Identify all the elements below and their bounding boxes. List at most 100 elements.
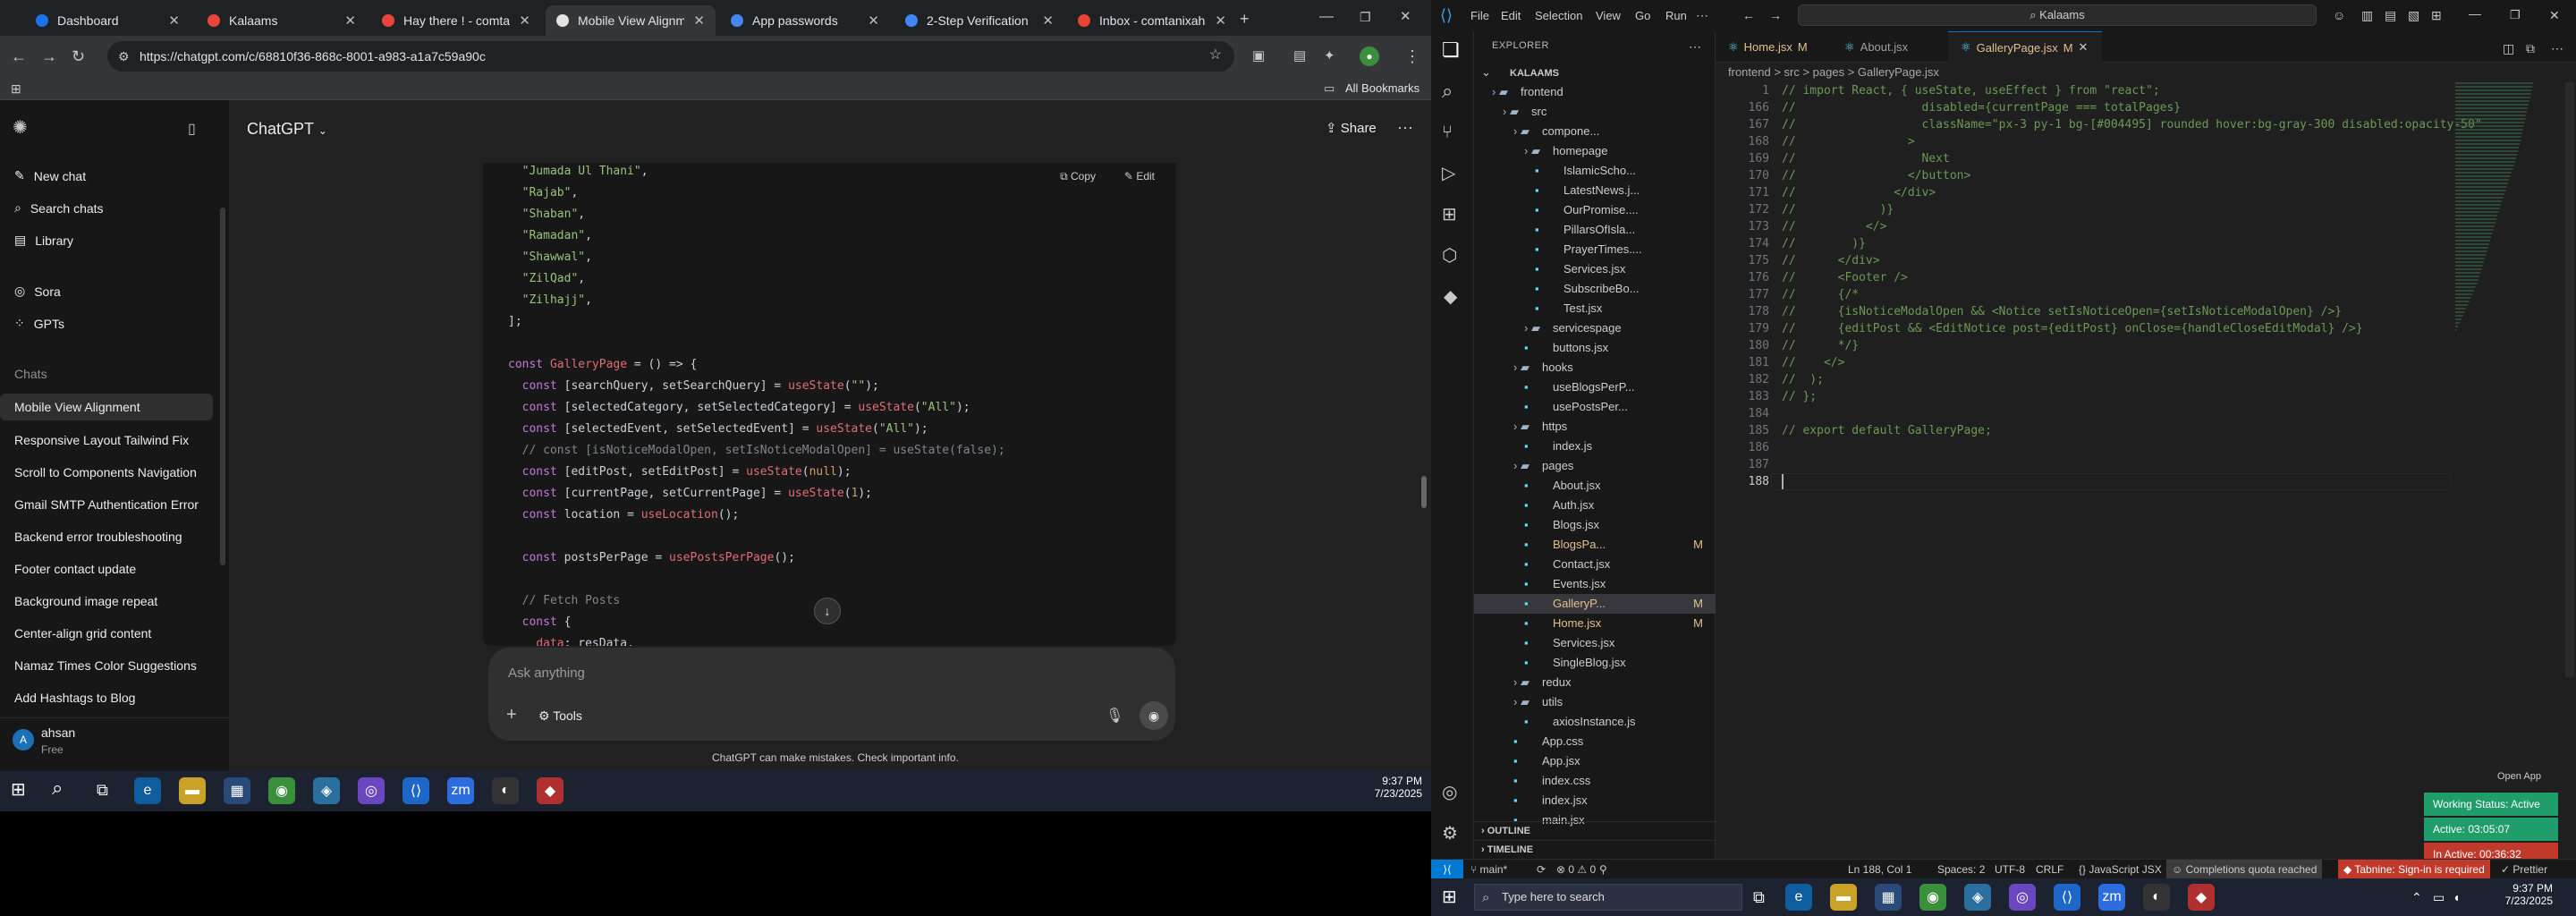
accounts-icon[interactable]: ◎ xyxy=(1442,784,1457,802)
menu-selection[interactable]: Selection xyxy=(1535,9,1582,22)
menu-view[interactable]: View xyxy=(1596,9,1621,22)
chrome-icon[interactable]: ◉ xyxy=(1919,884,1946,911)
tree-file[interactable]: ▪ IslamicScho... xyxy=(1474,161,1716,181)
close-tab-icon[interactable]: ✕ xyxy=(168,13,180,29)
tree-file[interactable]: ▪ Services.jsx xyxy=(1474,259,1716,279)
taskbar-search-input[interactable]: ⌕ Type here to search xyxy=(1474,884,1742,911)
menu-edit[interactable]: Edit xyxy=(1501,9,1521,22)
minimize-icon[interactable]: — xyxy=(1319,9,1334,25)
tree-file[interactable]: ▪ index.css xyxy=(1474,771,1716,791)
share-button[interactable]: ⇪ Share xyxy=(1326,120,1377,136)
tree-folder[interactable]: ⌄ KALAAMS xyxy=(1474,63,1716,82)
file-explorer-icon[interactable]: ▬ xyxy=(179,777,206,804)
tree-file[interactable]: ▪ axiosInstance.js xyxy=(1474,712,1716,732)
close-tab-icon[interactable]: ✕ xyxy=(1215,13,1226,29)
browser-tab[interactable]: Hay there ! - comtan ✕ xyxy=(371,5,541,36)
back-icon[interactable]: ← xyxy=(11,48,27,64)
edge-icon[interactable]: e xyxy=(134,777,161,804)
extensions-icon[interactable]: ⊞ xyxy=(1442,206,1457,224)
editor-more-icon[interactable]: ⋯ xyxy=(2551,40,2563,56)
maximize-icon[interactable]: ❐ xyxy=(1360,9,1371,25)
git-branch[interactable]: ⑂ main* xyxy=(1470,860,1507,879)
tree-file[interactable]: ▪ buttons.jsx xyxy=(1474,338,1716,358)
tree-folder[interactable]: › ▰ redux xyxy=(1474,673,1716,692)
tree-file[interactable]: ▪ Home.jsx M xyxy=(1474,614,1716,633)
editor-scrollbar[interactable] xyxy=(2565,82,2574,677)
tree-file[interactable]: ▪ App.jsx xyxy=(1474,751,1716,771)
browser-tab[interactable]: App passwords ✕ xyxy=(720,5,890,36)
tree-folder[interactable]: › ▰ homepage xyxy=(1474,141,1716,161)
chat-item[interactable]: Add Hashtags to Blog xyxy=(14,691,135,705)
completions-quota[interactable]: ☺ Completions quota reached xyxy=(2166,860,2323,879)
tabnine-status[interactable]: ◆ Tabnine: Sign-in is required xyxy=(2338,860,2490,879)
chat-item-active[interactable]: Mobile View Alignment xyxy=(0,394,213,420)
scroll-down-button[interactable]: ↓ xyxy=(814,598,841,624)
timeline-section[interactable]: › TIMELINE xyxy=(1474,840,1716,859)
explorer-more-icon[interactable]: ⋯ xyxy=(1689,38,1701,55)
zoom-icon[interactable]: zm xyxy=(447,777,474,804)
main-scrollbar[interactable] xyxy=(1421,476,1427,508)
close-window-icon[interactable]: ✕ xyxy=(2549,7,2560,23)
user-profile[interactable]: A ahsan Free xyxy=(0,717,229,771)
search-icon[interactable]: ⌕ xyxy=(52,778,63,798)
add-attachment-icon[interactable]: + xyxy=(506,706,517,724)
edit-code-button[interactable]: ✎ Edit xyxy=(1124,170,1155,182)
browser-tab[interactable]: Dashboard ✕ xyxy=(25,5,191,36)
new-tab-icon[interactable]: + xyxy=(1240,11,1250,27)
openai-logo-icon[interactable]: ✺ xyxy=(13,119,28,137)
tree-folder[interactable]: › ▰ https xyxy=(1474,417,1716,437)
pdf-extension-icon[interactable]: ▤ xyxy=(1293,48,1306,64)
all-bookmarks-link[interactable]: All Bookmarks xyxy=(1345,81,1419,95)
tree-file[interactable]: ▪ Contact.jsx xyxy=(1474,555,1716,574)
tree-file[interactable]: ▪ usePostsPer... xyxy=(1474,397,1716,417)
clock[interactable]: 9:37 PM 7/23/2025 xyxy=(2496,882,2553,907)
store-icon[interactable]: ▦ xyxy=(224,777,250,804)
more-options-icon[interactable]: ⋯ xyxy=(1397,120,1413,136)
close-tab-icon[interactable]: ✕ xyxy=(344,13,356,29)
chat-item[interactable]: Background image repeat xyxy=(14,594,157,608)
task-view-icon[interactable]: ⧉ xyxy=(1753,889,1765,905)
minimize-icon[interactable]: — xyxy=(2469,5,2481,21)
site-info-icon[interactable]: ⚙ xyxy=(118,48,130,64)
start-icon[interactable]: ⊞ xyxy=(11,781,26,799)
app-icon[interactable]: ◆ xyxy=(537,777,564,804)
profile-avatar[interactable]: ● xyxy=(1360,47,1379,66)
address-bar[interactable]: ⚙ https://chatgpt.com/c/68810f36-868c-80… xyxy=(107,41,1234,72)
clock[interactable]: 9:37 PM 7/23/2025 xyxy=(1368,775,1422,800)
tree-file[interactable]: ▪ PrayerTimes.... xyxy=(1474,240,1716,259)
close-tab-icon[interactable]: ✕ xyxy=(868,13,879,29)
customize-layout-icon[interactable]: ⊞ xyxy=(2431,7,2442,23)
tree-file[interactable]: ▪ App.css xyxy=(1474,732,1716,751)
browser-tab[interactable]: 2-Step Verification ✕ xyxy=(894,5,1064,36)
search-chats-button[interactable]: ⌕ Search chats xyxy=(14,200,104,216)
cursor-position[interactable]: Ln 188, Col 1 xyxy=(1848,860,1911,879)
prompt-input[interactable]: Ask anything xyxy=(508,666,585,681)
menu-go[interactable]: Go xyxy=(1635,9,1650,22)
close-tab-icon[interactable]: ✕ xyxy=(693,13,705,29)
tree-folder[interactable]: › ▰ utils xyxy=(1474,692,1716,712)
breadcrumb[interactable]: frontend > src > pages > GalleryPage.jsx xyxy=(1716,63,2576,82)
vscode-icon[interactable]: ⟨⟩ xyxy=(402,777,429,804)
tab-about[interactable]: ⚛ About.jsx xyxy=(1832,31,1948,63)
task-view-icon[interactable]: ⧉ xyxy=(97,782,108,798)
tree-file[interactable]: ▪ SubscribeBo... xyxy=(1474,279,1716,299)
tree-file[interactable]: ▪ useBlogsPerP... xyxy=(1474,377,1716,397)
network-icon[interactable]: ▭ xyxy=(2433,889,2445,905)
minimap[interactable] xyxy=(2455,82,2567,342)
browser-tab-active[interactable]: Mobile View Alignmen✕ xyxy=(546,5,716,36)
extensions-icon[interactable]: ▣ xyxy=(1252,48,1265,64)
vscode-alt-icon[interactable]: ◈ xyxy=(1964,884,1991,911)
source-control-icon[interactable]: ⑂ xyxy=(1442,123,1453,141)
close-tab-icon[interactable]: ✕ xyxy=(1042,13,1054,29)
zoom-icon[interactable]: zm xyxy=(2098,884,2125,911)
copy-code-button[interactable]: ⧉ Copy xyxy=(1060,170,1096,183)
menu-file[interactable]: File xyxy=(1470,9,1489,22)
tree-file[interactable]: ▪ Events.jsx xyxy=(1474,574,1716,594)
open-preview-icon[interactable]: ⧉ xyxy=(2526,40,2535,56)
tree-file[interactable]: ▪ Test.jsx xyxy=(1474,299,1716,318)
tree-file[interactable]: ▪ SingleBlog.jsx xyxy=(1474,653,1716,673)
tree-folder[interactable]: › ▰ src xyxy=(1474,102,1716,122)
bookmark-star-icon[interactable]: ☆ xyxy=(1209,47,1222,64)
chat-item[interactable]: Backend error troubleshooting xyxy=(14,530,182,544)
tree-file[interactable]: ▪ Auth.jsx xyxy=(1474,496,1716,515)
